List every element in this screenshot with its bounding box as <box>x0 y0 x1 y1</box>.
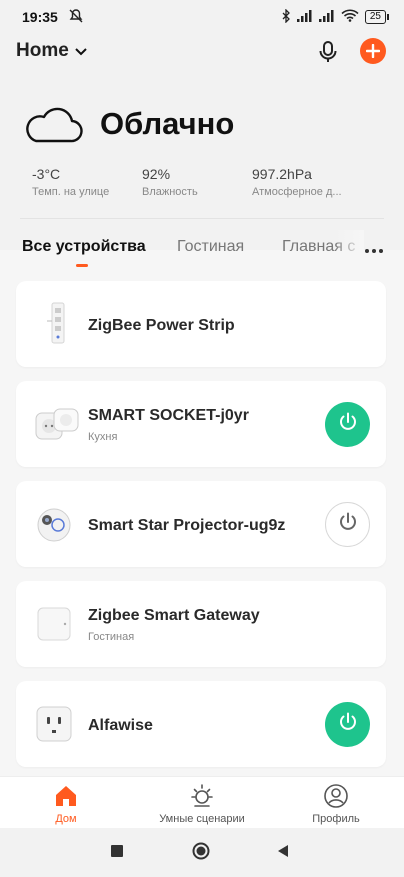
nav-label: Профиль <box>312 813 360 825</box>
mute-icon <box>68 8 84 27</box>
power-toggle-button[interactable] <box>325 402 370 447</box>
device-room: Гостиная <box>88 631 135 643</box>
bluetooth-icon <box>281 7 291 26</box>
device-card-zigbee-power-strip[interactable]: ZigBee Power Strip <box>16 281 386 367</box>
plus-icon <box>365 39 381 63</box>
profile-icon <box>323 783 349 809</box>
nav-home[interactable]: Дом <box>11 783 121 825</box>
header: Home Облачно -3°C Темп. на улице 92% Вла… <box>0 34 404 250</box>
tabs-fade <box>334 230 364 270</box>
tab-all-devices[interactable]: Все устройства <box>22 238 146 256</box>
weather-stat-label: Влажность <box>142 186 198 198</box>
weather-condition: Облачно <box>100 106 235 141</box>
weather-stat: 92% Влажность <box>142 166 252 198</box>
microphone-button[interactable] <box>314 38 342 66</box>
wifi-icon <box>341 9 359 25</box>
more-icon <box>364 238 384 258</box>
weather-stat: 997.2hPa Атмосферное д... <box>252 166 362 198</box>
nav-label: Умные сценарии <box>159 813 245 825</box>
device-card-zigbee-gateway[interactable]: Zigbee Smart Gateway Гостиная <box>16 581 386 667</box>
weather-stat-value: 997.2hPa <box>252 166 312 182</box>
add-device-button[interactable] <box>360 38 386 64</box>
system-navigation-bar <box>0 828 404 877</box>
nav-label: Дом <box>55 813 77 825</box>
home-selector[interactable]: Home <box>16 40 87 62</box>
back-button[interactable] <box>276 844 290 863</box>
device-card-smart-socket[interactable]: SMART SOCKET-j0yr Кухня <box>16 381 386 467</box>
chevron-down-icon <box>75 40 87 62</box>
bottom-navigation: Дом Умные сценарии Профиль <box>0 776 404 828</box>
cloud-icon <box>22 104 84 144</box>
status-time: 19:35 <box>22 9 58 25</box>
weather-stat-value: 92% <box>142 166 171 182</box>
weather-stat-label: Атмосферное д... <box>252 186 342 198</box>
weather-summary: Облачно <box>22 104 234 144</box>
device-name: Smart Star Projector-ug9z <box>88 517 286 534</box>
power-icon <box>337 411 359 438</box>
device-name: Alfawise <box>88 717 153 734</box>
tab-living-room[interactable]: Гостиная <box>177 238 244 256</box>
nav-smart-scenes[interactable]: Умные сценарии <box>147 783 257 825</box>
device-name: SMART SOCKET-j0yr <box>88 407 249 424</box>
projector-icon <box>32 499 82 549</box>
nav-profile[interactable]: Профиль <box>281 783 391 825</box>
gateway-icon <box>32 599 82 649</box>
device-name: ZigBee Power Strip <box>88 317 235 334</box>
weather-stats: -3°C Темп. на улице 92% Влажность 997.2h… <box>32 166 362 198</box>
power-strip-icon <box>32 299 82 349</box>
status-bar: 19:35 25 <box>0 0 404 34</box>
weather-stat: -3°C Темп. на улице <box>32 166 142 198</box>
more-tabs-button[interactable] <box>364 238 384 259</box>
power-icon <box>337 711 359 738</box>
sun-icon <box>189 783 215 809</box>
device-card-star-projector[interactable]: Smart Star Projector-ug9z <box>16 481 386 567</box>
battery-indicator: 25 <box>364 10 390 24</box>
device-card-alfawise[interactable]: Alfawise <box>16 681 386 767</box>
home-selector-label: Home <box>16 40 69 61</box>
power-toggle-button[interactable] <box>325 502 370 547</box>
signal-icon <box>318 9 335 25</box>
smart-socket-icon <box>32 399 82 449</box>
signal-icon <box>296 9 313 25</box>
power-toggle-button[interactable] <box>325 702 370 747</box>
weather-stat-label: Темп. на улице <box>32 186 110 198</box>
divider <box>20 218 384 219</box>
square-icon <box>110 845 124 862</box>
tab-indicator <box>76 264 88 267</box>
room-tabs: Все устройства Гостиная Главная с <box>0 230 404 270</box>
wall-outlet-icon <box>32 699 82 749</box>
recent-apps-button[interactable] <box>110 844 124 863</box>
home-system-button[interactable] <box>192 842 210 865</box>
home-icon <box>53 783 79 809</box>
power-icon <box>337 511 359 538</box>
device-name: Zigbee Smart Gateway <box>88 607 260 624</box>
microphone-icon <box>314 41 342 70</box>
circle-icon <box>192 842 210 864</box>
device-room: Кухня <box>88 431 118 443</box>
weather-stat-value: -3°C <box>32 166 61 182</box>
back-triangle-icon <box>276 845 290 862</box>
